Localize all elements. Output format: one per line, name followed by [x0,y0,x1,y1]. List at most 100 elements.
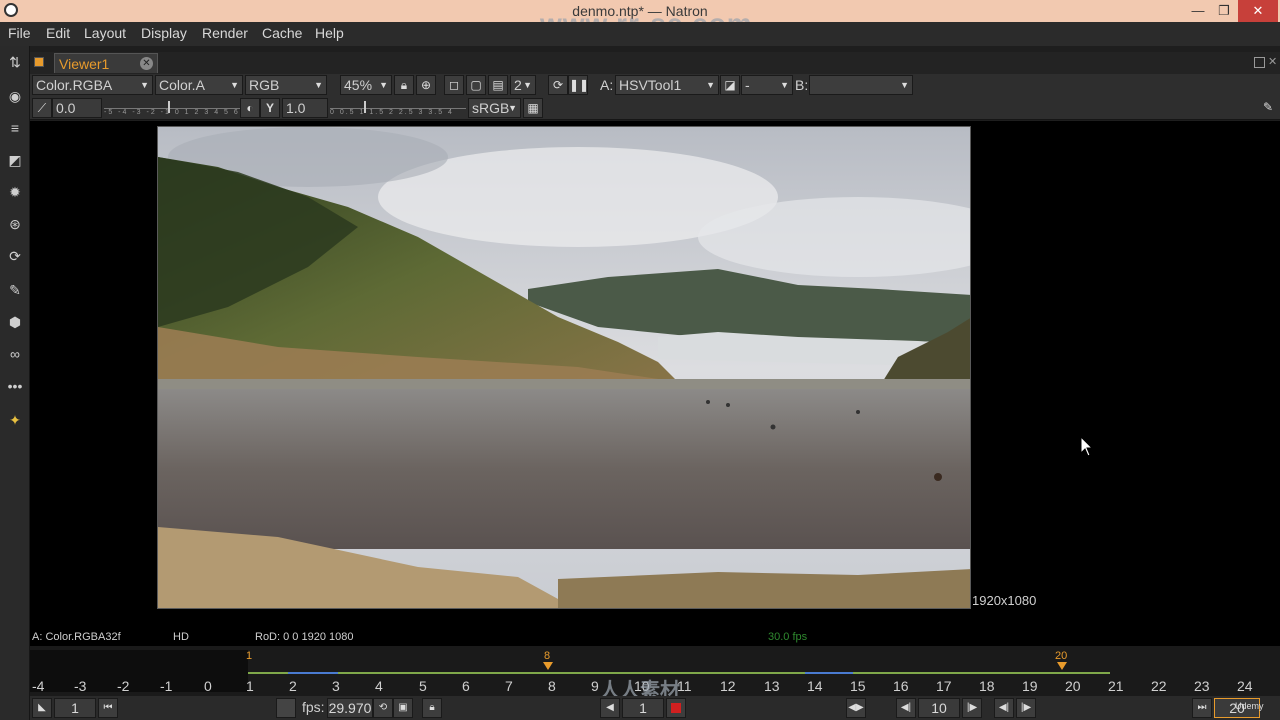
fps-lock-icon[interactable] [276,698,296,718]
close-button[interactable]: ✕ [1238,0,1278,22]
time-tool-icon[interactable]: ⬢ [5,312,25,332]
frame-increment-field[interactable]: 10 [918,698,960,718]
paint-tool-icon[interactable]: ✎ [5,280,25,300]
tab-close-icon[interactable]: ✕ [140,57,153,70]
maximize-button[interactable]: ❐ [1210,0,1238,22]
menu-help[interactable]: Help [315,25,344,41]
goto-last-frame-icon[interactable]: ⏭ [1192,698,1212,718]
play-backward-icon[interactable]: ◀ [600,698,620,718]
timeline[interactable]: 1 8 20 -4 -3 -2 -1 0 1 2 3 4 5 6 7 8 9 1… [30,646,1280,702]
current-frame-field[interactable]: 1 [622,698,664,718]
gamma-slider[interactable]: 0 0.5 1 1.5 2 2.5 3 3.5 4 [330,100,466,118]
chevron-down-icon: ▼ [523,80,532,90]
filter-tool-icon[interactable]: ⊛ [5,214,25,234]
menu-cache[interactable]: Cache [262,25,302,41]
operation-select[interactable]: - ▼ [741,75,793,95]
timeline-label: -1 [160,678,173,694]
proxy-mode-icon[interactable]: ▤ [488,75,508,95]
pick-color-icon[interactable]: ✎ [1258,98,1278,118]
input-a-label: A: [600,77,614,93]
fps-field[interactable]: 29.970 [327,698,373,718]
gain-field[interactable]: 0.0 [52,98,102,118]
colorspace-select[interactable]: sRGB ▼ [468,98,521,118]
lock-range-icon[interactable]: 🔒︎ [422,698,442,718]
out-point-icon[interactable] [1057,662,1067,670]
turbo-mode-icon[interactable]: ▣ [393,698,413,718]
current-frame-marker[interactable]: 8 [544,650,550,662]
resolution-label: 1920x1080 [972,593,1037,608]
close-pane-icon[interactable]: ✕ [1268,57,1279,68]
image-tool-icon[interactable]: ◉ [5,86,25,106]
gamma-slider-ticks: 0 0.5 1 1.5 2 2.5 3 3.5 4 [330,109,454,116]
menu-layout[interactable]: Layout [84,25,126,41]
auto-contrast-icon[interactable]: ⟋ [32,98,52,118]
transform-tool-icon[interactable]: ⟳ [5,246,25,266]
refresh-viewer-icon[interactable]: ⟳ [548,75,568,95]
lock-zoom-icon[interactable]: 🔒︎ [394,75,414,95]
alpha-channel-select[interactable]: Color.A ▼ [155,75,243,95]
plugins-tool-icon[interactable]: ✦ [5,410,25,430]
proxy-level-select[interactable]: 2 ▼ [510,75,536,95]
gamma-label: Y [260,98,280,118]
timeline-label: 23 [1194,678,1210,694]
gamma-toggle-icon[interactable]: ◐ [240,98,260,118]
other-tool-icon[interactable]: ••• [5,376,25,396]
center-viewer-icon[interactable]: ⊕ [416,75,436,95]
menu-edit[interactable]: Edit [46,25,70,41]
proxy-level-value: 2 [514,77,522,93]
next-frame-icon[interactable]: |▶ [1016,698,1036,718]
node-toolbar: ⇅ ◉ ≡ ◩ ✹ ⊛ ⟳ ✎ ⬢ ∞ ••• ✦ [0,46,30,720]
stop-button[interactable] [666,698,686,718]
select-tool-icon[interactable]: ⇅ [5,52,25,72]
views-tool-icon[interactable]: ∞ [5,344,25,364]
playback-bar: ◣ 1 ⏮ fps: 29.970 ⟲ ▣ 🔒︎ ◀ 1 ◀▶ ◀| 10 |▶… [30,696,1280,720]
landscape-image [158,127,970,608]
timeline-label: 6 [462,678,470,694]
zoom-select[interactable]: 45% ▼ [340,75,392,95]
previous-increment-icon[interactable]: ◀| [896,698,916,718]
previous-frame-icon[interactable]: ◀| [994,698,1014,718]
tab-viewer1[interactable]: Viewer1 ✕ [54,53,158,73]
float-pane-icon[interactable] [1254,57,1265,68]
out-point-marker[interactable]: 20 [1055,650,1067,662]
merge-tool-icon[interactable]: ◩ [5,150,25,170]
channel-tool-icon[interactable]: ≡ [5,118,25,138]
chevron-down-icon: ▼ [780,80,789,90]
fps-label: fps: [302,699,325,715]
alpha-channel-value: Color.A [159,77,205,93]
goto-first-frame-icon[interactable]: ⏮ [98,698,118,718]
menu-render[interactable]: Render [202,25,248,41]
in-point-marker[interactable]: 1 [246,650,252,662]
wipe-icon[interactable]: ◪ [720,75,740,95]
pane-menu-icon[interactable] [34,57,44,67]
pause-updates-icon[interactable]: ❚❚ [568,75,589,95]
menu-file[interactable]: File [8,25,31,41]
input-b-select[interactable]: ▼ [809,75,913,95]
playhead-icon[interactable] [543,662,553,670]
input-a-select[interactable]: HSVTool1 ▼ [615,75,719,95]
color-tool-icon[interactable]: ✹ [5,182,25,202]
chevron-down-icon: ▼ [379,80,388,90]
chevron-down-icon: ▼ [314,80,323,90]
gamma-field[interactable]: 1.0 [282,98,328,118]
menu-bar: File Edit Layout Display Render Cache He… [0,22,1280,46]
checkerboard-icon[interactable]: ▦ [523,98,543,118]
set-in-point-icon[interactable]: ◣ [32,698,52,718]
next-increment-icon[interactable]: |▶ [962,698,982,718]
first-frame-field[interactable]: 1 [54,698,96,718]
previous-keyframe-icon[interactable]: ◀▶ [846,698,866,718]
minimize-button[interactable]: — [1184,0,1212,22]
layer-select[interactable]: Color.RGBA ▼ [32,75,153,95]
viewer-canvas[interactable]: 1920x1080 [30,121,1280,628]
timeline-label: 9 [591,678,599,694]
menu-display[interactable]: Display [141,25,187,41]
display-channels-select[interactable]: RGB ▼ [245,75,327,95]
roi-icon[interactable]: ▢ [466,75,486,95]
timeline-out-of-range [30,650,248,692]
timeline-label: 8 [548,678,556,694]
viewer-controls-bottom: ⟋ 0.0 -5 -4 -3 -2 -1 0 1 2 3 4 5 6 ◐ Y 1… [30,96,1280,120]
playback-mode-icon[interactable]: ⟲ [373,698,393,718]
clip-to-project-icon[interactable]: ◻ [444,75,464,95]
layer-value: Color.RGBA [36,77,113,93]
gain-slider[interactable]: -5 -4 -3 -2 -1 0 1 2 3 4 5 6 [104,100,240,118]
